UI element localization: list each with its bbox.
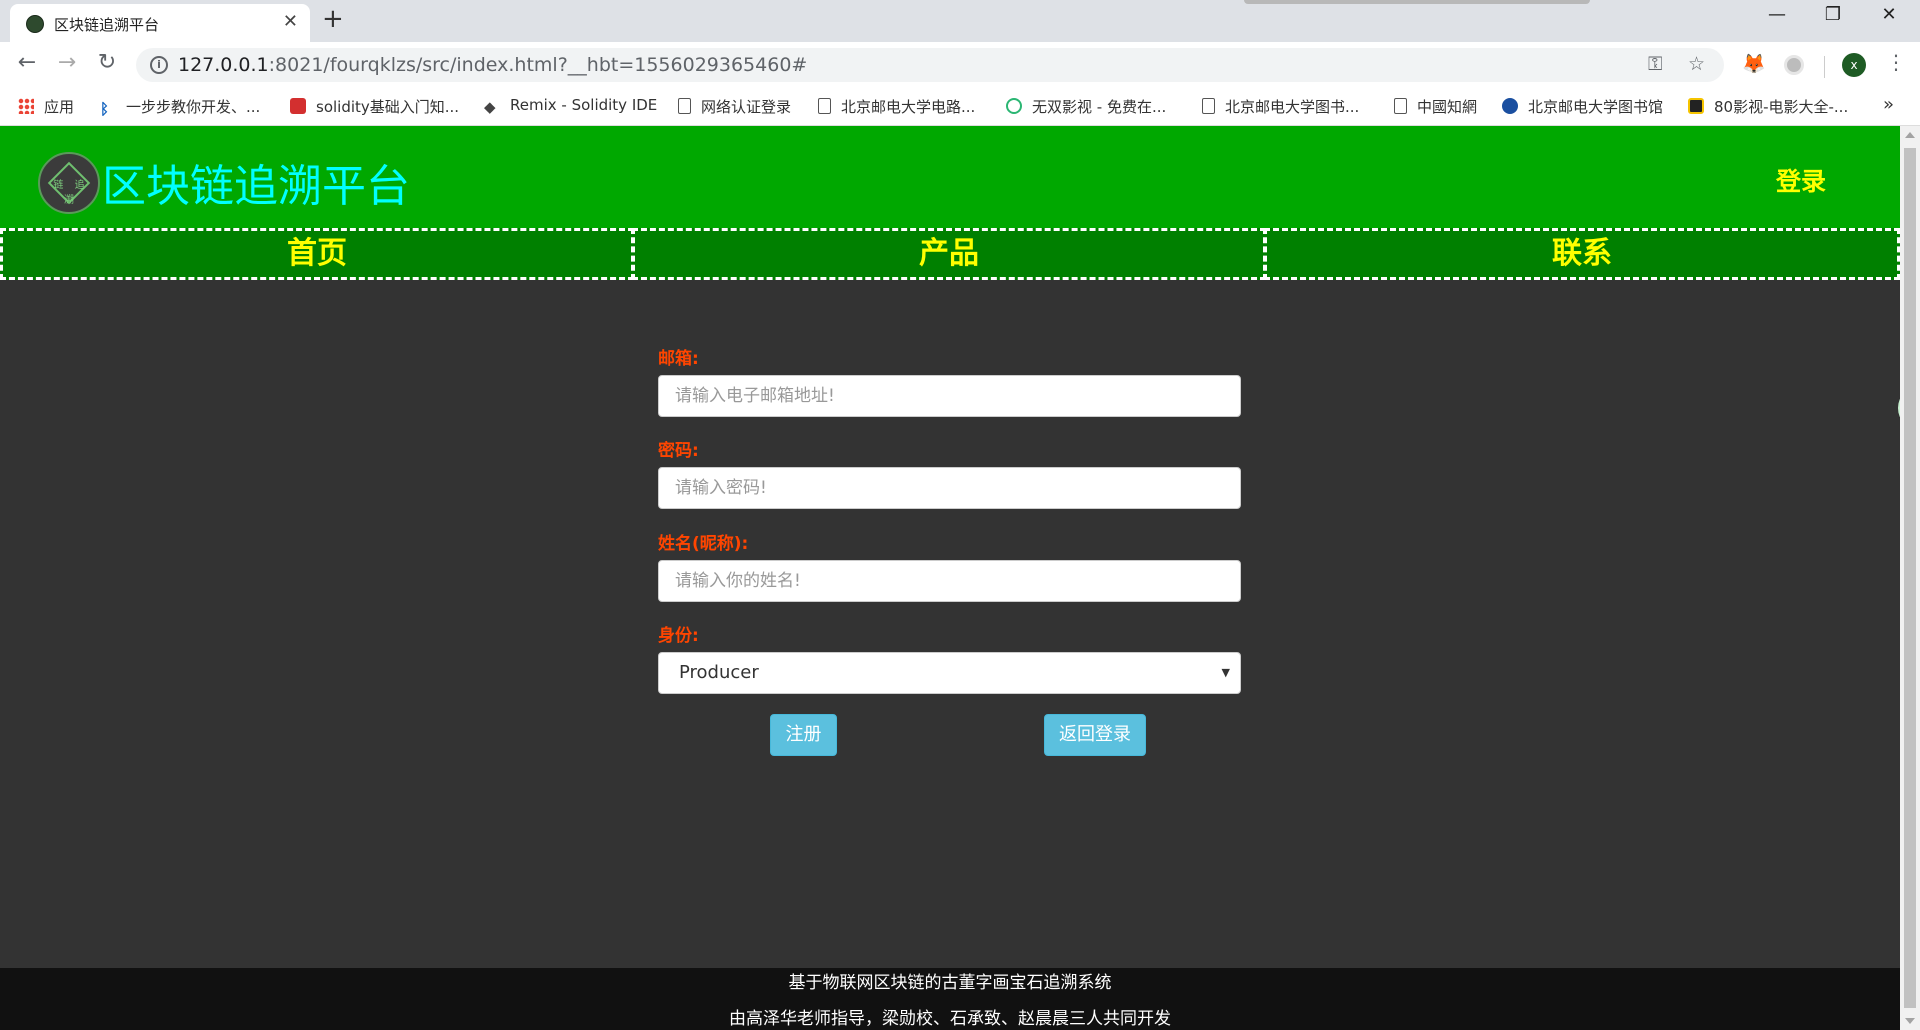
url-path: :8021/fourqklzs/src/index.html?__hbt=155… [268,54,808,76]
scroll-up-icon[interactable] [1905,132,1915,138]
bookmark-item[interactable]: 中國知網 [1394,96,1477,117]
page-viewport: 链 追 溯 区块链追溯平台 登录 首页 产品 联系 邮箱: 请输入电子邮箱地址!… [0,126,1900,1030]
email-label: 邮箱: [658,349,699,369]
role-select[interactable]: Producer ▼ [658,652,1241,694]
site-title: 区块链追溯平台 [102,161,410,212]
ethereum-icon: ◆ [484,98,496,116]
bookmark-label: 中國知網 [1417,98,1478,116]
toolbar-divider [1824,56,1825,78]
close-window-icon[interactable]: ✕ [1866,4,1912,25]
name-label: 姓名(昵称): [658,534,749,554]
bookmarks-overflow-icon[interactable]: » [1883,94,1894,115]
tab-title: 区块链追溯平台 [54,16,160,34]
metamask-extension-icon[interactable]: 🦊 [1742,52,1766,75]
bookmark-item[interactable]: 北京邮电大学电路... [818,96,975,117]
bookmark-label: 应用 [44,98,75,116]
bookmark-item[interactable]: 网络认证登录 [678,96,791,117]
bookmark-label: 无双影视 - 免费在... [1032,98,1167,116]
role-selected-value: Producer [679,662,759,683]
page-icon [1202,98,1215,114]
site-header: 链 追 溯 区块链追溯平台 登录 [0,126,1900,228]
bookmark-item[interactable]: ◆ Remix - Solidity IDE [484,96,658,116]
bookmark-item[interactable]: solidity基础入门知... [290,96,459,117]
tab-strip-shadow [1244,0,1590,4]
nav-item-home[interactable]: 首页 [0,228,634,280]
site-favicon-icon [26,15,44,33]
forward-icon[interactable]: → [52,50,82,75]
reload-icon[interactable]: ↻ [92,50,122,75]
page-icon [818,98,831,114]
footer-line-2: 由高泽华老师指导，梁勋校、石承致、赵晨晨三人共同开发 [729,1009,1171,1029]
close-tab-icon[interactable]: ✕ [283,11,298,32]
film-icon [1688,98,1704,114]
chevron-down-icon: ▼ [1221,666,1230,679]
browser-tab-strip: 区块链追溯平台 ✕ + — ❐ ✕ [0,0,1920,42]
name-field[interactable]: 请输入你的姓名! [658,560,1241,602]
site-logo[interactable]: 链 追 溯 [38,152,100,214]
bookmark-label: 网络认证登录 [701,98,792,116]
site-info-icon[interactable]: i [150,56,168,74]
footer-line-1: 基于物联网区块链的古董字画宝石追溯系统 [788,973,1112,993]
address-bar[interactable]: i 127.0.0.1:8021/fourqklzs/src/index.htm… [136,48,1724,82]
bookmark-label: 一步步教你开发、... [126,98,261,116]
extension-circle-icon[interactable] [1784,55,1804,75]
scroll-down-icon[interactable] [1905,1018,1915,1024]
bookmark-apps[interactable]: 应用 [18,96,74,117]
bookmark-label: 北京邮电大学电路... [841,98,976,116]
bookmark-label: 北京邮电大学图书馆 [1528,98,1664,116]
browser-tab[interactable]: 区块链追溯平台 ✕ [10,4,310,42]
profile-avatar[interactable]: x [1842,53,1866,77]
bookmark-item[interactable]: ᛒ 一步步教你开发、... [100,96,261,118]
bookmark-star-icon[interactable]: ☆ [1688,53,1705,75]
bookmark-item[interactable]: 80影视-电影大全-... [1688,96,1848,117]
browser-menu-icon[interactable]: ⋮ [1886,50,1906,74]
bluetooth-icon: ᛒ [100,100,110,118]
login-link[interactable]: 登录 [1776,162,1826,198]
register-button[interactable]: 注册 [770,714,837,756]
globe-icon [1502,98,1518,114]
key-icon[interactable]: ⚿ [1648,53,1662,75]
logo-text: 链 追 溯 [53,180,89,206]
apps-icon [18,98,34,114]
bookmark-item[interactable]: 北京邮电大学图书... [1202,96,1359,117]
password-label: 密码: [658,441,699,461]
back-icon[interactable]: ← [12,50,42,75]
password-field[interactable]: 请输入密码! [658,467,1241,509]
minimize-window-icon[interactable]: — [1754,4,1800,25]
restore-window-icon[interactable]: ❐ [1810,4,1856,25]
bookmark-item[interactable]: 北京邮电大学图书馆 [1502,96,1663,117]
bookmark-label: 北京邮电大学图书... [1225,98,1360,116]
bookmark-label: Remix - Solidity IDE [510,96,658,114]
browser-toolbar: ← → ↻ i 127.0.0.1:8021/fourqklzs/src/ind… [0,42,1920,86]
email-field[interactable]: 请输入电子邮箱地址! [658,375,1241,417]
bookmark-item[interactable]: 无双影视 - 免费在... [1006,96,1166,117]
vertical-scrollbar[interactable] [1900,126,1920,1030]
site-footer: 基于物联网区块链的古董字画宝石追溯系统 由高泽华老师指导，梁勋校、石承致、赵晨晨… [0,968,1900,1030]
bookmark-label: solidity基础入门知... [316,98,460,116]
new-tab-button[interactable]: + [322,4,344,34]
page-icon [1394,98,1407,114]
scrollbar-thumb[interactable] [1904,148,1916,1008]
url-text[interactable]: 127.0.0.1:8021/fourqklzs/src/index.html?… [178,54,807,76]
nav-item-products[interactable]: 产品 [632,228,1266,280]
main-nav: 首页 产品 联系 [0,228,1900,280]
back-to-login-button[interactable]: 返回登录 [1044,714,1146,756]
nav-item-contact[interactable]: 联系 [1264,228,1900,280]
play-icon [1006,98,1022,114]
role-label: 身份: [658,626,699,646]
url-host: 127.0.0.1 [178,54,269,76]
csdn-icon [290,98,306,114]
page-icon [678,98,691,114]
bookmark-label: 80影视-电影大全-... [1714,98,1849,116]
bookmarks-bar: 应用 ᛒ 一步步教你开发、... solidity基础入门知... ◆ Remix … [0,86,1920,126]
